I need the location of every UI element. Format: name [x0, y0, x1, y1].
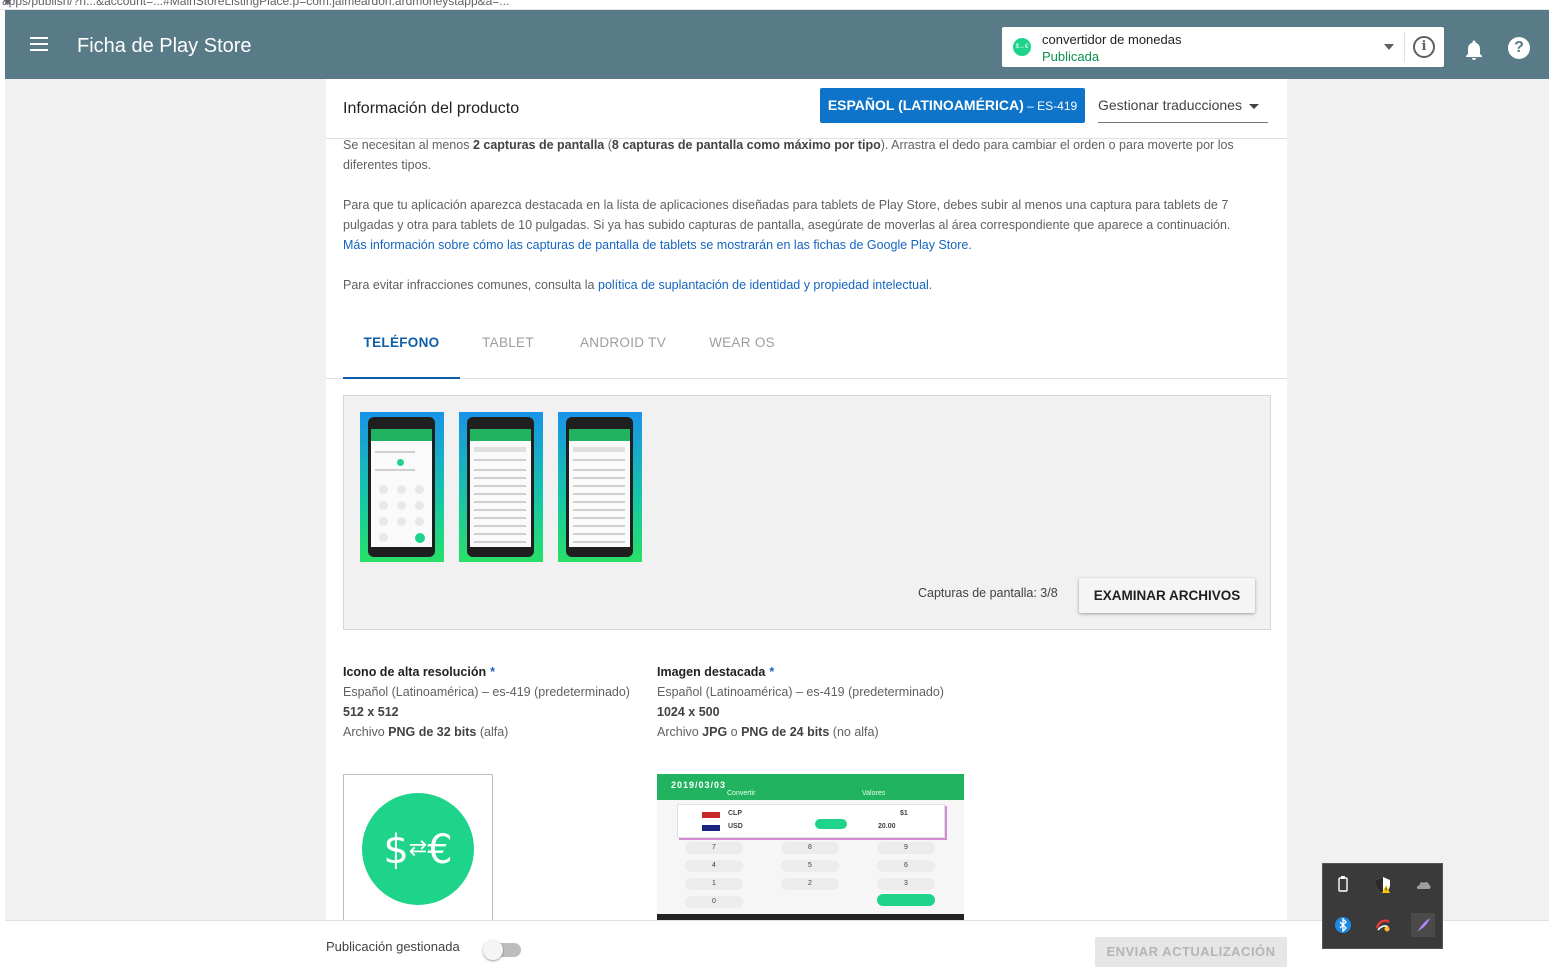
language-button[interactable]: ESPAÑOL (LATINOAMÉRICA) – ES-419 [820, 88, 1085, 123]
info-icon[interactable]: i [1413, 36, 1435, 58]
usb-device-icon[interactable] [1333, 875, 1353, 895]
product-info-card: Información del producto ESPAÑOL (LATINO… [326, 79, 1287, 920]
app-icon: $↔€ [1013, 38, 1031, 56]
browse-files-button[interactable]: EXAMINAR ARCHIVOS [1079, 578, 1255, 613]
bluetooth-icon[interactable] [1333, 915, 1353, 935]
feature-graphic-info: Imagen destacada * Español (Latinoamérica… [657, 662, 967, 742]
tab-phone[interactable]: TELÉFONO [343, 321, 460, 379]
onedrive-cloud-icon[interactable] [1413, 875, 1433, 895]
hires-icon-language: Español (Latinoamérica) – es-419 (predet… [343, 685, 630, 699]
app-selector[interactable]: $↔€ convertidor de monedas Publicada i [1002, 27, 1444, 67]
chevron-down-icon[interactable] [1384, 44, 1394, 50]
required-mark: * [490, 665, 495, 679]
send-update-button[interactable]: ENVIAR ACTUALIZACIÓN [1095, 937, 1287, 967]
manage-translations-label: Gestionar traducciones [1098, 97, 1242, 113]
policy-link[interactable]: política de suplantación de identidad y … [598, 278, 929, 292]
top-app-bar: Ficha de Play Store $↔€ convertidor de m… [5, 10, 1549, 79]
browser-address-bar[interactable]: apps/publish/?h...&account=...#MainStore… [0, 0, 1549, 10]
divider [1404, 32, 1405, 62]
tablet-info-link[interactable]: Más información sobre cómo las capturas … [343, 238, 972, 252]
tab-android-tv[interactable]: ANDROID TV [566, 321, 680, 379]
usa-flag-icon [702, 825, 720, 831]
app-tray-icon[interactable] [1373, 915, 1393, 935]
hires-icon-format: Archivo PNG de 32 bits (alfa) [343, 725, 509, 739]
feature-graphic-heading: Imagen destacada [657, 665, 766, 679]
preview-date: 2019/03/03 [671, 780, 727, 790]
hires-icon-heading: Icono de alta resolución [343, 665, 487, 679]
preview-tab-convert: Convertir [727, 790, 756, 797]
hires-icon-info: Icono de alta resolución * Español (Latin… [343, 662, 653, 742]
tab-tablet[interactable]: TABLET [460, 321, 556, 379]
language-name: ESPAÑOL (LATINOAMÉRICA) [827, 97, 1024, 113]
feature-graphic-upload[interactable]: 2019/03/03 Convertir Valores CLP $1 USD … [657, 774, 964, 920]
bookmark-star-icon[interactable]: ★ [2, 0, 1537, 8]
app-logo-icon: $⇄€ [362, 793, 474, 905]
device-tabs: TELÉFONO TABLET ANDROID TV WEAR OS [326, 321, 1287, 379]
card-header: Información del producto ESPAÑOL (LATINO… [326, 79, 1287, 139]
system-tray-popup [1322, 863, 1443, 949]
app-status: Publicada [1042, 49, 1100, 64]
tablet-screenshot-text: Para que tu aplicación aparezca destacad… [343, 198, 1231, 252]
screenshot-requirements-text: Se necesitan al menos 2 capturas de pant… [343, 138, 1234, 172]
screenshots-panel[interactable]: Capturas de pantalla: 3/8 EXAMINAR ARCHI… [343, 395, 1271, 630]
page-title: Ficha de Play Store [77, 35, 252, 57]
manage-translations-select[interactable]: Gestionar traducciones [1098, 88, 1268, 123]
pen-feather-icon[interactable] [1411, 913, 1435, 937]
tab-wear-os[interactable]: WEAR OS [690, 321, 794, 379]
screenshot-thumbnail[interactable] [459, 412, 543, 562]
preview-tab-values: Valores [862, 790, 886, 797]
hires-icon-size: 512 x 512 [343, 705, 399, 719]
help-icon[interactable]: ? [1508, 37, 1530, 59]
language-code: – ES-419 [1023, 99, 1078, 113]
feature-graphic-format: Archivo JPG o PNG de 24 bits (no alfa) [657, 725, 879, 739]
hamburger-menu-icon[interactable] [30, 36, 50, 52]
feature-graphic-size: 1024 x 500 [657, 705, 720, 719]
notifications-bell-icon[interactable] [1462, 38, 1486, 62]
screenshot-thumbnail[interactable] [360, 412, 444, 562]
screenshot-count: Capturas de pantalla: 3/8 [918, 586, 1058, 600]
preview-conversion-card: CLP $1 USD 20.00 [677, 804, 945, 838]
dropdown-arrow-icon [1249, 104, 1259, 109]
required-mark: * [769, 665, 775, 679]
hires-icon-upload[interactable]: $⇄€ [343, 774, 493, 920]
bottom-action-bar: Publicación gestionada ENVIAR ACTUALIZAC… [5, 920, 1549, 967]
app-name: convertidor de monedas [1042, 32, 1182, 47]
preview-ok-button [877, 894, 935, 906]
feature-graphic-language: Español (Latinoamérica) – es-419 (predet… [657, 685, 944, 699]
security-shield-icon[interactable] [1373, 875, 1393, 895]
managed-publishing-toggle[interactable] [483, 940, 521, 960]
managed-publishing-label: Publicación gestionada [326, 939, 460, 954]
card-title: Información del producto [343, 100, 520, 117]
chile-flag-icon [702, 812, 720, 818]
swap-button-preview [815, 819, 847, 829]
screenshot-thumbnail[interactable] [558, 412, 642, 562]
policy-text: Para evitar infracciones comunes, consul… [343, 278, 933, 292]
